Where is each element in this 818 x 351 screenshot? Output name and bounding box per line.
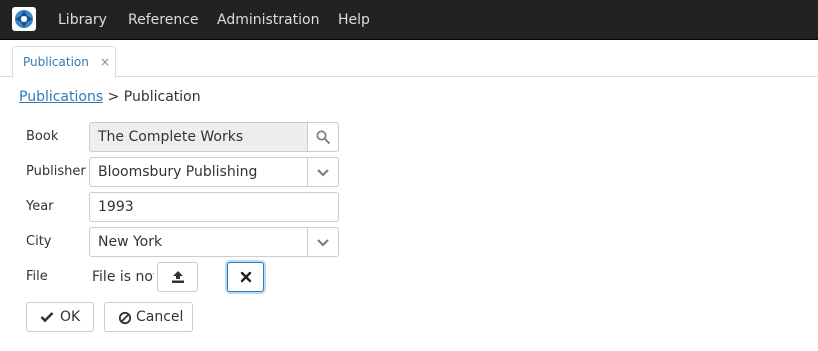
cancel-button[interactable]: Cancel (104, 302, 193, 332)
publisher-dropdown-toggle[interactable] (307, 158, 338, 186)
nav-item-library[interactable]: Library (58, 0, 107, 40)
book-value: The Complete Works (98, 129, 244, 145)
book-label: Book (26, 129, 59, 144)
breadcrumb: Publications > Publication (19, 87, 201, 107)
publisher-label: Publisher (26, 164, 86, 179)
search-icon (316, 130, 330, 144)
nav-item-administration[interactable]: Administration (217, 0, 319, 40)
city-label: City (26, 234, 52, 249)
ok-button[interactable]: OK (26, 302, 94, 332)
cancel-label: Cancel (136, 309, 184, 325)
tab-publication[interactable]: Publication × (12, 46, 116, 78)
year-label: Year (26, 199, 54, 214)
ban-icon (118, 311, 132, 325)
file-status: File is not (92, 269, 154, 285)
year-value: 1993 (98, 199, 134, 215)
year-input[interactable]: 1993 (89, 192, 339, 222)
clear-file-button[interactable] (227, 262, 264, 292)
nav-item-help[interactable]: Help (338, 0, 370, 40)
chevron-down-icon (317, 239, 329, 247)
breadcrumb-current: Publication (123, 89, 201, 105)
city-dropdown-toggle[interactable] (307, 228, 338, 256)
ok-label: OK (60, 309, 81, 325)
city-value: New York (98, 234, 163, 250)
book-field[interactable]: The Complete Works (89, 122, 339, 152)
breadcrumb-link-publications[interactable]: Publications (19, 89, 103, 105)
nav-item-reference[interactable]: Reference (128, 0, 199, 40)
breadcrumb-separator: > (107, 89, 120, 105)
file-label: File (26, 269, 48, 284)
book-search-button[interactable] (307, 123, 338, 151)
check-icon (40, 312, 54, 323)
top-navbar: Library Reference Administration Help (0, 0, 818, 40)
tab-label: Publication (23, 55, 89, 69)
chevron-down-icon (317, 169, 329, 177)
tab-close-icon[interactable]: × (100, 47, 110, 77)
tab-strip: Publication × (0, 40, 818, 78)
app-logo-icon[interactable] (12, 7, 36, 31)
publisher-value: Bloomsbury Publishing (98, 164, 258, 180)
publisher-select[interactable]: Bloomsbury Publishing (89, 157, 339, 187)
upload-button[interactable] (157, 262, 198, 292)
city-select[interactable]: New York (89, 227, 339, 257)
close-icon (240, 271, 251, 283)
upload-icon (171, 271, 184, 283)
